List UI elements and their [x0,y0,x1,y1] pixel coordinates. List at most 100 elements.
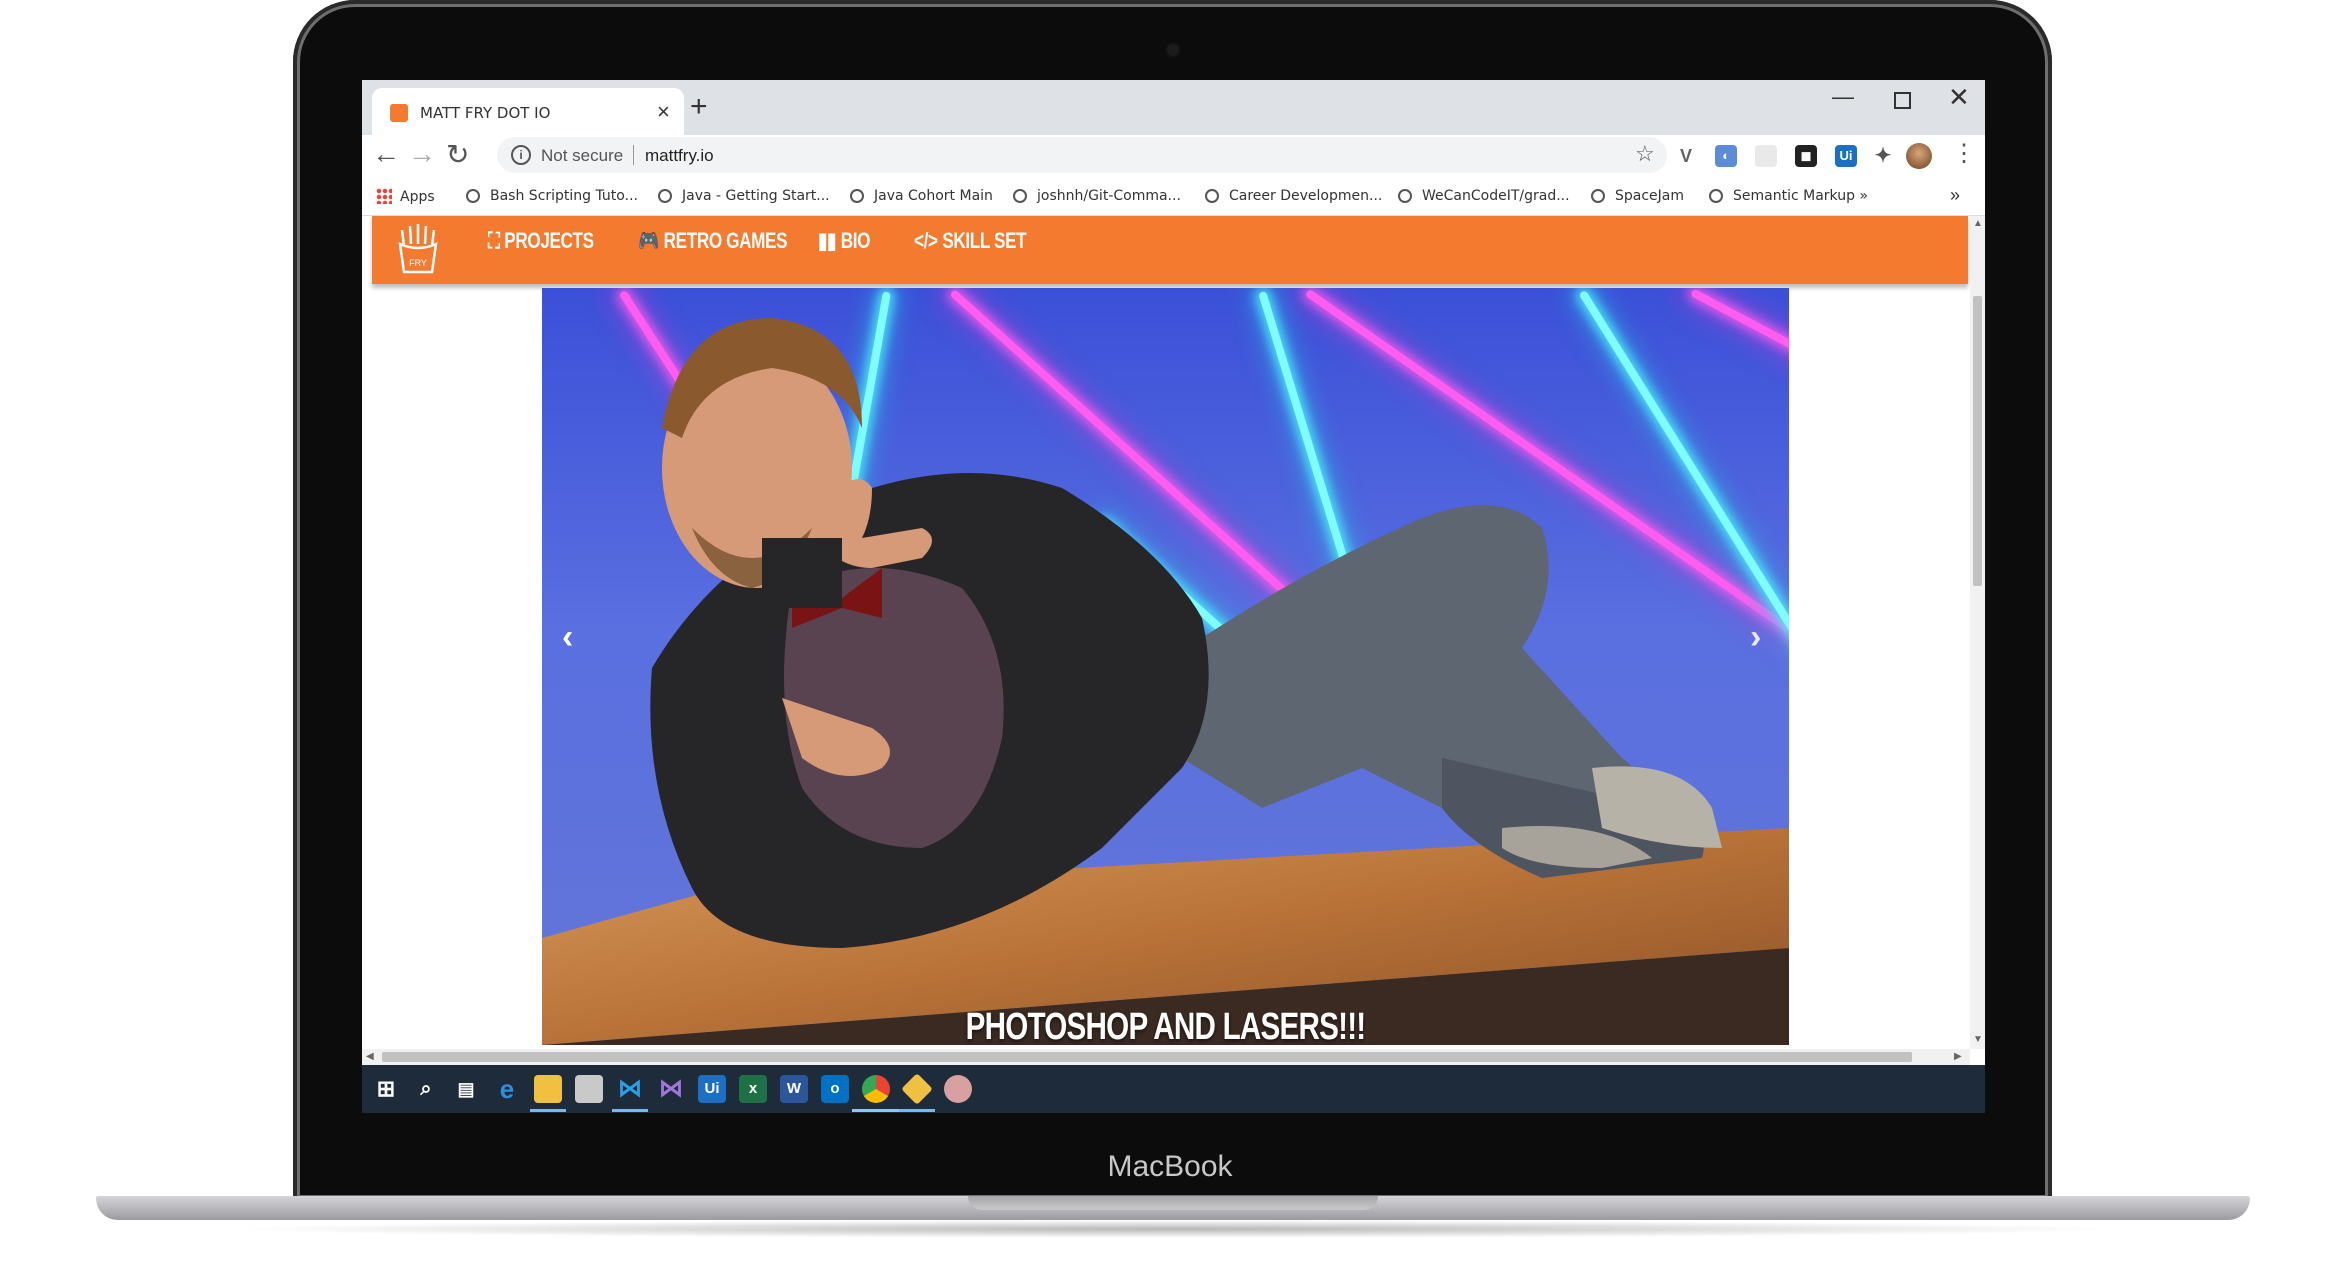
new-tab-button[interactable]: + [690,90,708,124]
horizontal-scrollbar[interactable]: ◀ ▶ [362,1049,1970,1065]
scroll-up-arrow-icon[interactable]: ▲ [1973,218,1983,229]
laptop-brand-label: MacBook [1107,1150,1233,1183]
horizontal-scroll-thumb[interactable] [382,1052,1912,1062]
carousel-prev-button[interactable]: ‹ [562,618,573,657]
browser-tab[interactable]: MATT FRY DOT IO × [372,88,684,135]
bookmark-overflow-inline: » [1859,188,1868,204]
bookmark-label: joshnh/Git-Comma... [1037,188,1181,204]
nav-label: BIO [840,228,871,253]
search-icon[interactable]: ⌕ [412,1075,440,1103]
window-maximize-button[interactable] [1894,92,1911,109]
scroll-down-arrow-icon[interactable]: ▼ [1973,1034,1983,1045]
active-indicator [852,1109,900,1112]
carousel-caption: PHOTOSHOP AND LASERS!!! [965,1006,1367,1045]
globe-icon [850,189,864,203]
nav-label: PROJECTS [504,228,594,253]
extensions-puzzle-icon[interactable]: ✦ [1872,145,1894,167]
uipath-extension-icon[interactable]: Ui [1835,145,1857,167]
window-minimize-button[interactable]: — [1832,84,1854,110]
nav-retro-games[interactable]: 🎮 RETRO GAMES [638,228,788,254]
security-status[interactable]: Not secure [541,146,623,166]
page-viewport: FRY ⛶ PROJECTS 🎮 RETRO GAMES ▮▮ BIO </> SKIL… [362,216,1970,1049]
excel-icon[interactable]: x [739,1075,767,1103]
bookmark-star-icon[interactable]: ☆ [1635,141,1655,167]
nav-label: RETRO GAMES [663,228,788,253]
bookmark-item[interactable]: SpaceJam [1591,188,1684,204]
outlook-icon[interactable]: o [821,1075,849,1103]
scroll-right-arrow-icon[interactable]: ▶ [1954,1051,1962,1062]
file-explorer-icon[interactable] [534,1075,562,1103]
extension-icon-4[interactable]: ◼ [1795,145,1817,167]
vscode-icon[interactable]: ⋈ [616,1075,644,1103]
bookmark-item[interactable]: Semantic Markup » [1709,188,1868,204]
nav-skill-set[interactable]: </> SKILL SET [914,228,1027,254]
globe-icon [1398,189,1412,203]
bookmark-apps[interactable]: Apps [376,188,435,205]
address-bar[interactable]: i Not secure mattfry.io ☆ [497,137,1667,173]
vertical-scroll-thumb[interactable] [1973,296,1982,586]
chrome-icon[interactable] [862,1075,890,1103]
paint-icon[interactable] [944,1075,972,1103]
portrait-photo [650,318,1722,948]
tab-title: MATT FRY DOT IO [420,104,551,122]
vertical-scrollbar[interactable]: ▲ ▼ [1970,216,1985,1049]
task-view-icon[interactable]: ▤ [452,1075,480,1103]
nav-projects[interactable]: ⛶ PROJECTS [488,228,594,254]
globe-icon [1205,189,1219,203]
camera [1167,44,1179,56]
bookmark-item[interactable]: Career Developmen... [1205,188,1382,204]
bookmark-item[interactable]: Java Cohort Main [850,188,993,204]
active-indicator [530,1109,566,1112]
browser-menu-icon[interactable]: ⋮ [1952,139,1976,168]
logo-text: FRY [409,258,427,268]
bookmark-item[interactable]: joshnh/Git-Comma... [1013,188,1181,204]
browser-toolbar: ← → ↻ i Not secure mattfry.io ☆ V ◐ ◼ Ui… [362,135,1985,179]
laptop-shadow [220,1220,2130,1238]
bookmark-label: Career Developmen... [1229,188,1383,204]
bookmark-label: SpaceJam [1615,188,1685,204]
hero-carousel[interactable]: ‹ › PHOTOSHOP AND LASERS!!! [542,288,1789,1045]
visual-studio-icon[interactable]: ⋈ [657,1075,685,1103]
word-icon[interactable]: W [780,1075,808,1103]
bookmark-item[interactable]: Java - Getting Start... [658,188,830,204]
globe-icon [658,189,672,203]
bookmark-item[interactable]: WeCanCodeIT/grad... [1398,188,1570,204]
bookmarks-bar: Apps Bash Scripting Tuto... Java - Getti… [362,179,1985,216]
bookmark-label: Semantic Markup [1733,188,1855,204]
app-icon[interactable] [575,1075,603,1103]
scroll-left-arrow-icon[interactable]: ◀ [366,1051,374,1062]
bookmark-label: Bash Scripting Tuto... [490,188,638,204]
bookmarks-overflow-button[interactable]: » [1950,185,1960,206]
globe-icon [1013,189,1027,203]
laptop-screen: MATT FRY DOT IO × + — ✕ ← → ↻ i Not secu… [362,80,1985,1113]
info-icon[interactable]: i [511,145,531,165]
extension-icon-2[interactable]: ◐ [1715,145,1737,167]
nav-bio[interactable]: ▮▮ BIO [818,228,871,254]
carousel-next-button[interactable]: › [1750,618,1761,657]
forward-button[interactable]: → [408,138,436,170]
profile-avatar[interactable] [1906,143,1932,169]
active-indicator [612,1109,648,1112]
edge-icon[interactable]: e [493,1075,521,1103]
uipath-icon[interactable]: Ui [698,1075,726,1103]
extension-icon-3[interactable] [1755,145,1777,167]
vpn-extension-icon[interactable]: V [1675,145,1697,167]
bookmark-item[interactable]: Bash Scripting Tuto... [466,188,638,204]
site-navbar: FRY ⛶ PROJECTS 🎮 RETRO GAMES ▮▮ BIO </> SKIL… [372,216,1968,284]
sitemap-icon: ⛶ [488,228,500,253]
start-icon[interactable]: ⊞ [372,1075,400,1103]
browser-tab-strip: MATT FRY DOT IO × + — ✕ [362,80,1985,135]
globe-icon [1591,189,1605,203]
bookmark-label: Apps [400,189,435,205]
back-button[interactable]: ← [372,138,400,170]
address-url[interactable]: mattfry.io [645,146,714,166]
book-icon: ▮▮ [818,228,837,253]
reload-button[interactable]: ↻ [446,138,469,171]
fry-logo-icon[interactable]: FRY [396,222,440,276]
tab-close-icon[interactable]: × [657,99,670,125]
window-close-button[interactable]: ✕ [1948,82,1970,113]
active-indicator [899,1109,935,1112]
code-icon: </> [914,228,938,253]
bookmark-label: Java - Getting Start... [682,188,830,204]
git-icon[interactable] [901,1073,933,1105]
